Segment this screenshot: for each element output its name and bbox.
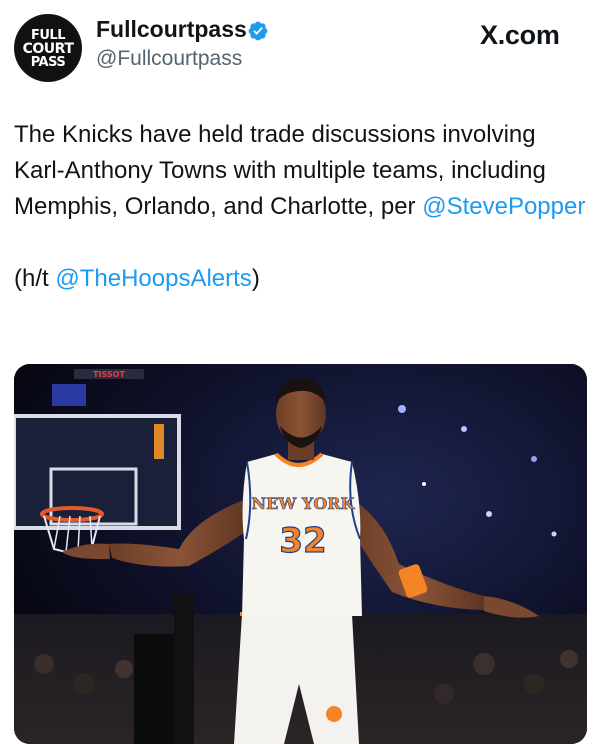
mention-link[interactable]: @TheHoopsAlerts [55, 265, 251, 292]
tweet-body: ) [251, 265, 260, 292]
account-avatar[interactable]: FULL COURT PASS [14, 14, 82, 82]
account-handle[interactable]: @Fullcourtpass [96, 47, 242, 71]
avatar-logo-text: PASS [30, 55, 66, 70]
tweet-body: (h/t [14, 265, 49, 292]
display-name[interactable]: Fullcourtpass [96, 16, 247, 43]
jersey-number: 32 [279, 521, 326, 561]
tweet-paragraph: (h/t @TheHoopsAlerts) [14, 261, 589, 297]
verified-badge-icon [248, 21, 268, 41]
tweet-paragraph: The Knicks have held trade discussions i… [14, 117, 589, 225]
mention-link[interactable]: @StevePopper [422, 193, 585, 220]
player-photo-illustration: TISSOT NEW YORK 32 [14, 364, 587, 744]
backboard-ad: TISSOT [93, 370, 125, 379]
x-com-watermark: X.com [480, 20, 560, 50]
jersey-team: NEW YORK [252, 494, 356, 513]
avatar-logo-text: COURT [22, 41, 74, 57]
tweet-photo[interactable]: TISSOT NEW YORK 32 [14, 364, 587, 744]
tweet-text: The Knicks have held trade discussions i… [14, 117, 589, 297]
